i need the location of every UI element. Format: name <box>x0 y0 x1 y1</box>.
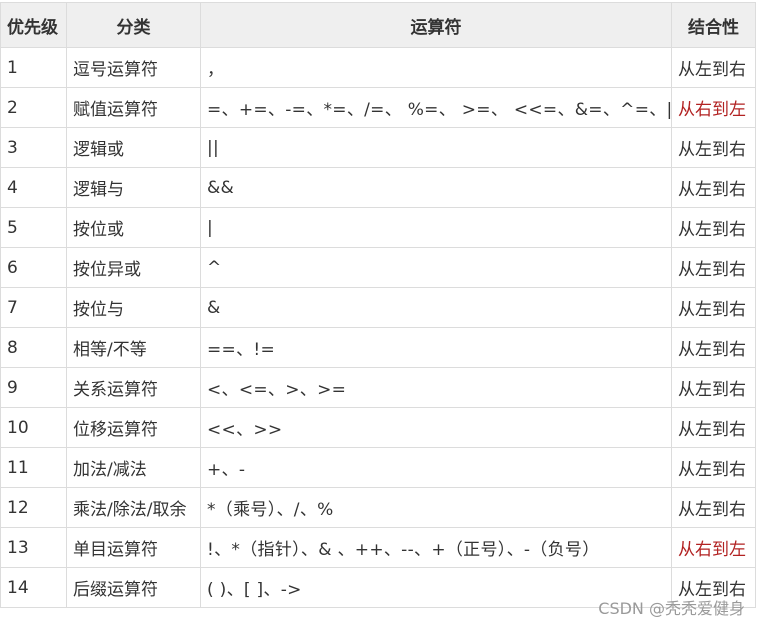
row-level: 3 <box>0 127 67 168</box>
row-level: 12 <box>0 487 67 528</box>
row-level: 1 <box>0 47 67 88</box>
row-category: 关系运算符 <box>66 367 201 408</box>
table-row: 10 位移运算符 <<、>> 从左到右 <box>0 407 756 448</box>
table-body: 1 逗号运算符，从左到右 2 赋值运算符 =、+=、-=、*=、/=、 %=、 >=、 … <box>0 47 756 608</box>
row-category: 单目运算符 <box>66 527 201 568</box>
row-category: 按位与 <box>66 287 201 328</box>
row-category: 相等/不等 <box>66 327 201 368</box>
row-associativity: 从左到右 <box>671 367 756 408</box>
csdn-watermark: CSDN @秃秃爱健身 <box>598 599 745 618</box>
operator-precedence-table: 优先级 分类 运算符 结合性 1 逗号运算符，从左到右 2 赋值运算符 =、+=、-=、… <box>0 2 756 608</box>
row-operators: +、- <box>200 447 672 488</box>
row-associativity: 从左到右 <box>671 287 756 328</box>
row-level: 14 <box>0 567 67 608</box>
row-level: 9 <box>0 367 67 408</box>
row-level: 7 <box>0 287 67 328</box>
row-operators: *（乘号）、/、% <box>200 487 672 528</box>
row-category: 后缀运算符 <box>66 567 201 608</box>
row-level: 5 <box>0 207 67 248</box>
table-row: 3 逻辑或 || 从左到右 <box>0 127 756 168</box>
row-level: 2 <box>0 87 67 128</box>
row-level: 10 <box>0 407 67 448</box>
row-operators: ， <box>200 47 672 88</box>
row-associativity: 从左到右 <box>671 327 756 368</box>
row-associativity: 从右到左 <box>671 87 756 128</box>
table-row: 8 相等/不等 ==、!= 从左到右 <box>0 327 756 368</box>
row-level: 8 <box>0 327 67 368</box>
row-category: 逻辑或 <box>66 127 201 168</box>
row-operators: !、*（指针）、& 、++、--、+（正号）、-（负号） <box>200 527 672 568</box>
table-row: 1 逗号运算符，从左到右 <box>0 47 756 88</box>
row-level: 13 <box>0 527 67 568</box>
row-category: 位移运算符 <box>66 407 201 448</box>
table-row: 7 按位与 & 从左到右 <box>0 287 756 328</box>
header-associativity: 结合性 <box>671 2 756 48</box>
table-header: 优先级 分类 运算符 结合性 <box>0 2 756 48</box>
table-row: 6 按位异或 ^ 从左到右 <box>0 247 756 288</box>
row-category: 逗号运算符 <box>66 47 201 88</box>
row-operators: <、<=、>、>= <box>200 367 672 408</box>
row-operators: =、+=、-=、*=、/=、 %=、 >=、 <<=、&=、^=、|= <box>200 87 672 128</box>
row-associativity: 从左到右 <box>671 247 756 288</box>
row-category: 按位或 <box>66 207 201 248</box>
row-operators: ^ <box>200 247 672 288</box>
row-category: 赋值运算符 <box>66 87 201 128</box>
table-row: 4 逻辑与 && 从左到右 <box>0 167 756 208</box>
row-associativity: 从左到右 <box>671 447 756 488</box>
row-category: 加法/减法 <box>66 447 201 488</box>
header-level: 优先级 <box>0 2 67 48</box>
table-row: 11 加法/减法 +、- 从左到右 <box>0 447 756 488</box>
table-row: 5 按位或 | 从左到右 <box>0 207 756 248</box>
row-operators: & <box>200 287 672 328</box>
row-category: 逻辑与 <box>66 167 201 208</box>
row-level: 11 <box>0 447 67 488</box>
row-level: 4 <box>0 167 67 208</box>
row-associativity: 从右到左 <box>671 527 756 568</box>
row-category: 按位异或 <box>66 247 201 288</box>
header-row: 优先级 分类 运算符 结合性 <box>0 2 756 48</box>
header-operators: 运算符 <box>200 2 672 48</box>
row-category: 乘法/除法/取余 <box>66 487 201 528</box>
row-associativity: 从左到右 <box>671 127 756 168</box>
row-operators: || <box>200 127 672 168</box>
row-operators: ==、!= <box>200 327 672 368</box>
table-row: 12 乘法/除法/取余 *（乘号）、/、% 从左到右 <box>0 487 756 528</box>
row-operators: && <box>200 167 672 208</box>
table-row: 2 赋值运算符 =、+=、-=、*=、/=、 %=、 >=、 <<=、&=、^=、|… <box>0 87 756 128</box>
row-associativity: 从左到右 <box>671 407 756 448</box>
row-operators: <<、>> <box>200 407 672 448</box>
row-level: 6 <box>0 247 67 288</box>
row-operators: | <box>200 207 672 248</box>
row-associativity: 从左到右 <box>671 207 756 248</box>
header-category: 分类 <box>66 2 201 48</box>
row-associativity: 从左到右 <box>671 47 756 88</box>
table-row: 9 关系运算符 <、<=、>、>= 从左到右 <box>0 367 756 408</box>
table-row: 13 单目运算符 !、*（指针）、& 、++、--、+（正号）、-（负号） 从右到左 <box>0 527 756 568</box>
row-associativity: 从左到右 <box>671 167 756 208</box>
row-associativity: 从左到右 <box>671 487 756 528</box>
